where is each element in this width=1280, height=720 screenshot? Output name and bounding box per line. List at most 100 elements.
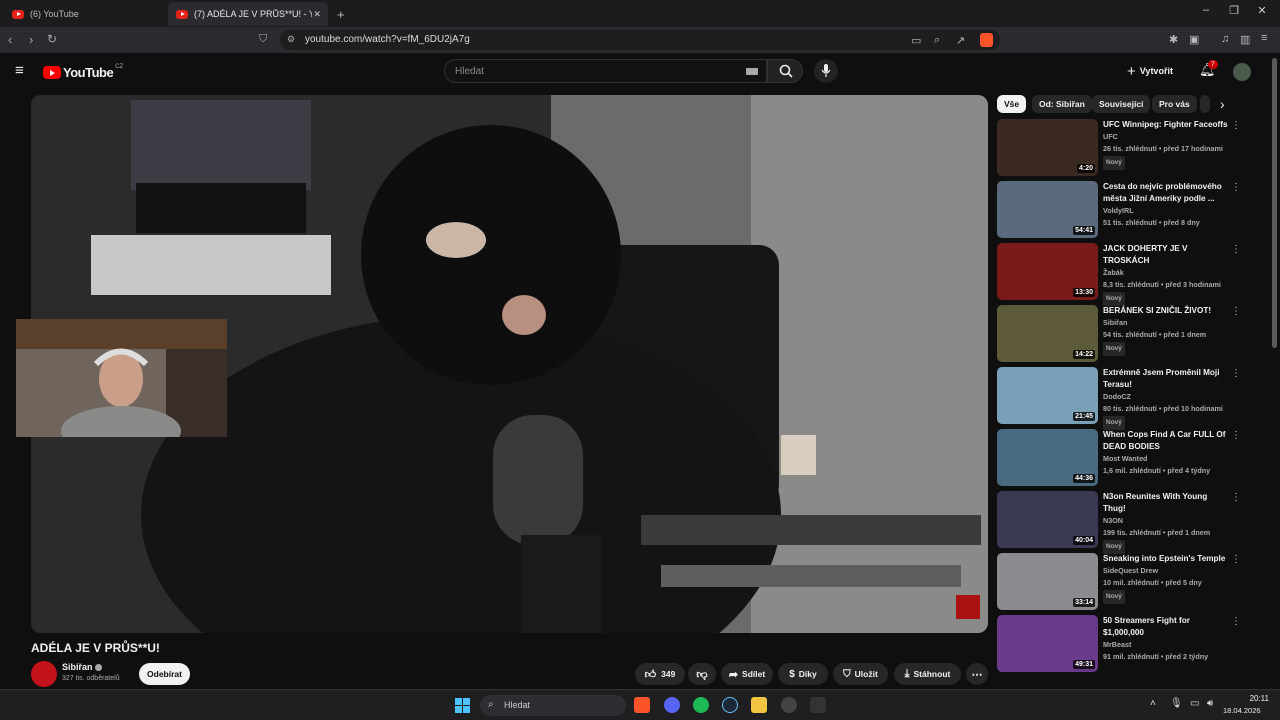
app2-icon[interactable] <box>810 697 826 713</box>
recommendation-channel[interactable]: Sibiřan <box>1103 317 1228 329</box>
maximize-icon[interactable]: ❐ <box>1224 4 1244 17</box>
more-options-icon[interactable]: ⋮ <box>1231 492 1241 503</box>
youtube-logo[interactable]: YouTube CZ <box>43 64 123 80</box>
close-tab-icon[interactable]: ✕ <box>313 9 321 20</box>
chip-partial[interactable] <box>1200 95 1210 113</box>
recommendation-item[interactable]: 21:45 Extrémně Jsem Proměnil Moji Terasu!… <box>997 367 1247 430</box>
tray-chevron-icon[interactable]: ˄ <box>1150 698 1156 709</box>
recommendation-text[interactable]: When Cops Find A Car FULL Of DEAD BODIES… <box>1103 429 1228 477</box>
video-thumbnail[interactable]: 44:36 <box>997 429 1098 486</box>
site-info-icon[interactable]: ⚙ <box>287 34 295 45</box>
discord-icon[interactable] <box>664 697 680 713</box>
chip-related[interactable]: Související <box>1092 95 1151 113</box>
recommendation-channel[interactable]: SideQuest Drew <box>1103 565 1228 577</box>
recommendation-title[interactable]: UFC Winnipeg: Fighter Faceoffs <box>1103 119 1228 131</box>
recommendation-text[interactable]: 50 Streamers Fight for $1,000,000 MrBeast… <box>1103 615 1228 663</box>
bookmark-icon[interactable]: ⛉ <box>259 33 267 46</box>
brave-icon[interactable] <box>634 697 650 713</box>
spotify-icon[interactable] <box>693 697 709 713</box>
clock-date[interactable]: 18.04.2026 <box>1223 706 1261 715</box>
more-options-icon[interactable]: ⋮ <box>1231 430 1241 441</box>
search-button[interactable] <box>767 59 803 83</box>
recommendation-channel[interactable]: VoldyIRL <box>1103 205 1228 217</box>
more-actions-button[interactable]: ⋯ <box>966 663 988 685</box>
chip-from-channel[interactable]: Od: Sibiřan <box>1032 95 1092 113</box>
recommendation-title[interactable]: When Cops Find A Car FULL Of DEAD BODIES <box>1103 429 1228 453</box>
recommendation-channel[interactable]: Most Wanted <box>1103 453 1228 465</box>
recommendation-text[interactable]: Extrémně Jsem Proměnil Moji Terasu! DodoC… <box>1103 367 1228 430</box>
hamburger-menu-icon[interactable]: ≡ <box>15 62 24 79</box>
recommendation-text[interactable]: JACK DOHERTY JE V TROSKÁCH Žabák 8,3 tis. … <box>1103 243 1228 306</box>
more-options-icon[interactable]: ⋮ <box>1231 368 1241 379</box>
recommendation-text[interactable]: Cesta do nejvíc problémového města Jižní… <box>1103 181 1228 229</box>
app-icon[interactable] <box>781 697 797 713</box>
taskbar-search[interactable]: ⌕ Hledat <box>480 695 626 716</box>
forward-icon[interactable]: › <box>29 32 33 47</box>
file-explorer-icon[interactable] <box>751 697 767 713</box>
tab-current-video[interactable]: (7) ADÉLA JE V PRŮS**U! - YouTu ✕ <box>168 2 328 26</box>
cast-icon[interactable]: ▭ <box>911 34 921 47</box>
video-thumbnail[interactable]: 33:14 <box>997 553 1098 610</box>
video-thumbnail[interactable]: 14:22 <box>997 305 1098 362</box>
recommendation-item[interactable]: 54:41 Cesta do nejvíc problémového města … <box>997 181 1247 239</box>
like-button[interactable]: 👍︎ 349 <box>635 663 685 685</box>
recommendation-item[interactable]: 44:36 When Cops Find A Car FULL Of DEAD B… <box>997 429 1247 487</box>
network-icon[interactable]: ▭ <box>1190 698 1199 709</box>
recommendation-title[interactable]: Cesta do nejvíc problémového města Jižní… <box>1103 181 1228 205</box>
recommendation-title[interactable]: Extrémně Jsem Proměnil Moji Terasu! <box>1103 367 1228 391</box>
recommendation-item[interactable]: 33:14 Sneaking into Epstein's Temple SideQ… <box>997 553 1247 611</box>
recommendation-title[interactable]: N3on Reunites With Young Thug! <box>1103 491 1228 515</box>
save-button[interactable]: ⛉ Uložit <box>833 663 888 685</box>
recommendation-channel[interactable]: MrBeast <box>1103 639 1228 651</box>
avatar[interactable] <box>1233 63 1251 81</box>
recommendation-item[interactable]: 4:20 UFC Winnipeg: Fighter Faceoffs UFC 26 … <box>997 119 1247 177</box>
recommendation-title[interactable]: BERÁNEK SI ZNIČIL ŽIVOT! <box>1103 305 1228 317</box>
clock-time[interactable]: 20:11 <box>1229 694 1269 703</box>
reload-icon[interactable]: ↻ <box>47 32 57 46</box>
wallet-icon[interactable]: ▣ <box>1189 33 1199 46</box>
video-thumbnail[interactable]: 40:04 <box>997 491 1098 548</box>
recommendation-title[interactable]: 50 Streamers Fight for $1,000,000 <box>1103 615 1228 639</box>
url-field[interactable]: ⚙ youtube.com/watch?v=fM_6DU2jA7g ▭ ⌕ ↗ <box>280 30 1000 50</box>
more-options-icon[interactable]: ⋮ <box>1231 120 1241 131</box>
keyboard-icon[interactable] <box>746 68 758 75</box>
recommendation-text[interactable]: Sneaking into Epstein's Temple SideQuest … <box>1103 553 1228 604</box>
recommendation-channel[interactable]: Žabák <box>1103 267 1228 279</box>
media-icon[interactable]: ♫ <box>1221 33 1229 45</box>
windows-start-icon[interactable] <box>455 698 470 713</box>
tab-youtube-home[interactable]: (6) YouTube <box>4 2 164 26</box>
close-window-icon[interactable]: ✕ <box>1252 4 1272 17</box>
recommendation-text[interactable]: N3on Reunites With Young Thug! N3ON 199 ti… <box>1103 491 1228 554</box>
recommendation-channel[interactable]: UFC <box>1103 131 1228 143</box>
extensions-icon[interactable]: ✱ <box>1169 33 1178 46</box>
zoom-icon[interactable]: ⌕ <box>934 34 940 47</box>
video-thumbnail[interactable]: 13:30 <box>997 243 1098 300</box>
search-input[interactable]: Hledat <box>444 59 767 83</box>
recommendation-item[interactable]: 49:31 50 Streamers Fight for $1,000,000 Mr… <box>997 615 1247 673</box>
channel-avatar[interactable] <box>31 661 57 687</box>
recommendation-title[interactable]: Sneaking into Epstein's Temple <box>1103 553 1228 565</box>
download-button[interactable]: ⤓ Stáhnout <box>894 663 961 685</box>
voice-search-button[interactable] <box>814 59 838 83</box>
video-thumbnail[interactable]: 21:45 <box>997 367 1098 424</box>
thanks-button[interactable]: $ Díky <box>778 663 828 685</box>
recommendation-channel[interactable]: N3ON <box>1103 515 1228 527</box>
sidebar-toggle-icon[interactable]: ▥ <box>1240 33 1250 46</box>
recommendation-text[interactable]: BERÁNEK SI ZNIČIL ŽIVOT! Sibiřan 54 tis. z… <box>1103 305 1228 356</box>
chip-all[interactable]: Vše <box>997 95 1027 113</box>
recommendation-item[interactable]: 40:04 N3on Reunites With Young Thug! N3ON 1… <box>997 491 1247 554</box>
notifications-button[interactable]: 🔔︎ 7 <box>1199 60 1219 81</box>
video-thumbnail[interactable]: 4:20 <box>997 119 1098 176</box>
tray-mic-icon[interactable]: 🎙︎ <box>1170 698 1183 709</box>
subscribe-button[interactable]: Odebírat <box>139 663 190 685</box>
more-options-icon[interactable]: ⋮ <box>1231 616 1241 627</box>
video-thumbnail[interactable]: 54:41 <box>997 181 1098 238</box>
channel-name[interactable]: Sibiřan <box>62 662 102 672</box>
recommendation-item[interactable]: 14:22 BERÁNEK SI ZNIČIL ŽIVOT! Sibiřan 54 t… <box>997 305 1247 363</box>
more-options-icon[interactable]: ⋮ <box>1231 554 1241 565</box>
share-page-icon[interactable]: ↗ <box>956 34 965 47</box>
more-options-icon[interactable]: ⋮ <box>1231 244 1241 255</box>
more-options-icon[interactable]: ⋮ <box>1231 306 1241 317</box>
new-tab-button[interactable]: + <box>333 2 353 26</box>
recommendation-channel[interactable]: DodoCZ <box>1103 391 1228 403</box>
